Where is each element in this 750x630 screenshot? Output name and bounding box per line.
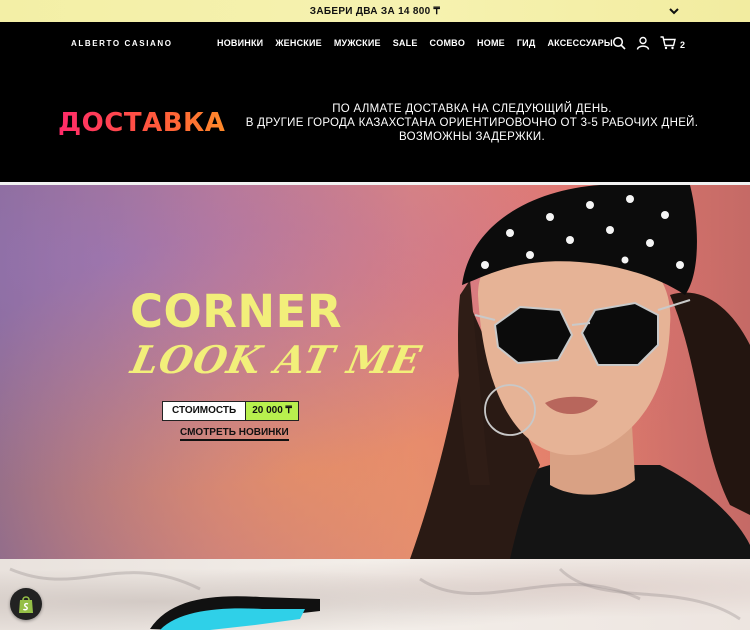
delivery-banner: ДОСТАВКА ПО АЛМАТЕ ДОСТАВКА НА СЛЕДУЮЩИЙ… xyxy=(0,66,750,182)
nav-item-guide[interactable]: ГИД xyxy=(517,38,536,48)
price-value: 20 000 ₸ xyxy=(245,402,298,420)
product-banner[interactable] xyxy=(0,559,750,630)
search-icon[interactable] xyxy=(612,36,626,50)
shopify-chat-button[interactable] xyxy=(10,588,42,620)
delivery-line: ВОЗМОЖНЫ ЗАДЕРЖКИ. xyxy=(399,131,545,143)
logo[interactable]: ALBERTO CASIANO xyxy=(71,39,173,48)
glasses-preview xyxy=(9,567,741,630)
main-nav: НОВИНКИ ЖЕНСКИЕ МУЖСКИЕ SALE COMBO HOME … xyxy=(217,38,625,48)
header-icons: 2 xyxy=(612,36,685,50)
delivery-line: В ДРУГИЕ ГОРОДА КАЗАХСТАНА ОРИЕНТИРОВОЧН… xyxy=(245,117,699,129)
site-header: ALBERTO CASIANO НОВИНКИ ЖЕНСКИЕ МУЖСКИЕ … xyxy=(0,22,750,66)
account-icon[interactable] xyxy=(636,36,650,50)
nav-item-sale[interactable]: SALE xyxy=(393,38,418,48)
hero-subtitle: LOOK AT ME xyxy=(127,337,426,382)
cart-count-badge[interactable]: 2 xyxy=(680,40,685,50)
nav-item-home[interactable]: HOME xyxy=(477,38,505,48)
model-photo xyxy=(410,185,750,559)
shopify-bag-icon xyxy=(19,596,33,613)
hero-title: CORNER xyxy=(130,285,342,338)
price-label: СТОИМОСТЬ xyxy=(163,402,246,420)
nav-item-accessories[interactable]: АКСЕССУАРЫ xyxy=(547,38,613,48)
hero-banner[interactable]: CORNER LOOK AT ME СТОИМОСТЬ 20 000 ₸ СМО… xyxy=(0,185,750,559)
announcement-bar: ЗАБЕРИ ДВА ЗА 14 800 ₸ xyxy=(0,0,750,22)
nav-item-new[interactable]: НОВИНКИ xyxy=(217,38,263,48)
chevron-down-icon[interactable] xyxy=(668,5,680,17)
announcement-text: ЗАБЕРИ ДВА ЗА 14 800 ₸ xyxy=(309,5,441,17)
nav-item-women[interactable]: ЖЕНСКИЕ xyxy=(275,38,322,48)
nav-item-men[interactable]: МУЖСКИЕ xyxy=(334,38,381,48)
delivery-line: ПО АЛМАТЕ ДОСТАВКА НА СЛЕДУЮЩИЙ ДЕНЬ. xyxy=(332,103,612,115)
price-tag: СТОИМОСТЬ 20 000 ₸ xyxy=(162,401,299,421)
delivery-title: ДОСТАВКА xyxy=(58,108,226,138)
see-new-button[interactable]: СМОТРЕТЬ НОВИНКИ xyxy=(180,427,289,441)
cart-icon[interactable] xyxy=(660,36,676,50)
delivery-info: ПО АЛМАТЕ ДОСТАВКА НА СЛЕДУЮЩИЙ ДЕНЬ. В … xyxy=(232,102,712,144)
nav-item-combo[interactable]: COMBO xyxy=(430,38,466,48)
